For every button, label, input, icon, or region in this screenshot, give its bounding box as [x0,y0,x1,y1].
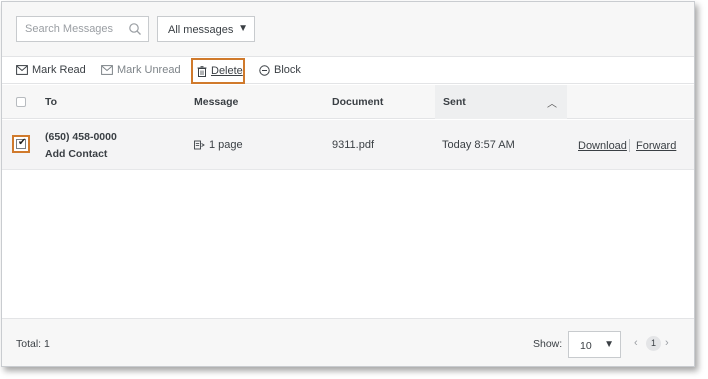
checkmark-icon: ✔ [18,137,27,148]
dropdown-caret-icon: ▼ [604,339,614,350]
messages-panel: All messages ▼ Mark Read Mark Unread [1,1,695,367]
show-label: Show: [533,338,563,350]
row-checkbox[interactable]: ✔ [12,135,30,153]
forward-link[interactable]: Forward [636,140,676,152]
next-page-icon[interactable]: › [665,337,669,349]
block-button[interactable]: Block [259,64,301,76]
column-header-to[interactable]: To [45,96,57,108]
message-pages: 1 page [194,139,243,151]
sent-time: Today 8:57 AM [442,139,515,151]
filter-bar: All messages ▼ [2,2,694,57]
add-contact-link[interactable]: Add Contact [45,148,107,160]
link-divider [629,139,630,152]
message-pages-label: 1 page [209,139,243,151]
recipient-phone: (650) 458-0000 [45,131,117,143]
page-size-select[interactable]: 10 ▼ [568,331,621,358]
total-count: Total: 1 [16,338,50,350]
block-icon [259,64,270,76]
envelope-icon [16,65,28,75]
download-link[interactable]: Download [578,140,627,152]
message-filter-select[interactable]: All messages ▼ [157,16,255,42]
block-label: Block [274,64,301,76]
trash-icon [197,65,207,77]
table-row[interactable]: ✔ (650) 458-0000 Add Contact 1 page 9311… [2,120,694,170]
sort-ascending-icon[interactable]: ︿ [547,95,557,110]
delete-button[interactable]: Delete [191,58,245,84]
search-icon[interactable] [128,22,142,36]
fax-page-icon [194,140,205,150]
column-header-document[interactable]: Document [332,96,383,108]
column-header-sent[interactable]: Sent [443,96,466,108]
column-header-message[interactable]: Message [194,96,238,108]
dropdown-caret-icon: ▼ [238,23,248,34]
message-filter-value: All messages [168,24,234,36]
mark-unread-label: Mark Unread [117,64,181,76]
mark-read-label: Mark Read [32,64,86,76]
envelope-outline-icon [101,65,113,75]
table-header: To Message Document Sent ︿ [2,85,694,119]
select-all-checkbox[interactable] [16,97,26,107]
table-footer: Total: 1 Show: 10 ▼ ‹ 1 › [2,318,694,366]
checkbox-box: ✔ [16,137,27,149]
search-box[interactable] [16,16,149,42]
search-input[interactable] [17,17,121,41]
page-size-value: 10 [580,340,592,352]
previous-page-icon[interactable]: ‹ [634,337,638,349]
document-name: 9311.pdf [332,139,375,151]
current-page[interactable]: 1 [646,336,661,351]
action-bar: Mark Read Mark Unread Delete Block [2,58,694,84]
mark-read-button[interactable]: Mark Read [16,64,86,76]
mark-unread-button[interactable]: Mark Unread [101,64,181,76]
delete-label: Delete [211,65,243,77]
